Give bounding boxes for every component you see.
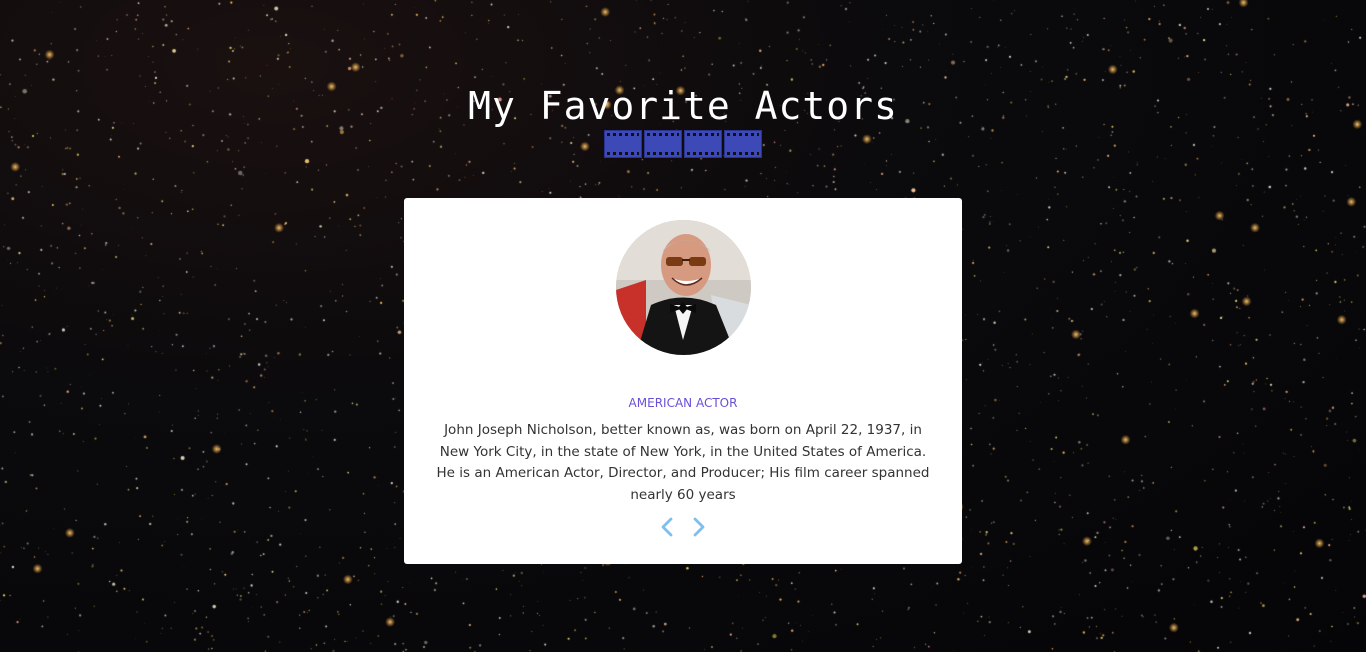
actor-card: AMERICAN ACTOR John Joseph Nicholson, be… bbox=[404, 198, 962, 564]
carousel-navigation bbox=[404, 516, 962, 538]
film-frame bbox=[644, 130, 682, 158]
film-frame bbox=[724, 130, 762, 158]
previous-button[interactable] bbox=[658, 516, 676, 538]
page-title: My Favorite Actors bbox=[468, 84, 898, 128]
next-button[interactable] bbox=[690, 516, 708, 538]
chevron-left-icon bbox=[661, 517, 673, 537]
actor-portrait-image bbox=[616, 220, 751, 355]
film-strip-icon bbox=[604, 130, 762, 158]
actor-occupation: AMERICAN ACTOR bbox=[628, 396, 738, 410]
film-frame bbox=[684, 130, 722, 158]
actor-avatar bbox=[616, 220, 751, 355]
chevron-right-icon bbox=[693, 517, 705, 537]
film-frame bbox=[604, 130, 642, 158]
actor-bio: John Joseph Nicholson, better known as, … bbox=[436, 422, 930, 504]
